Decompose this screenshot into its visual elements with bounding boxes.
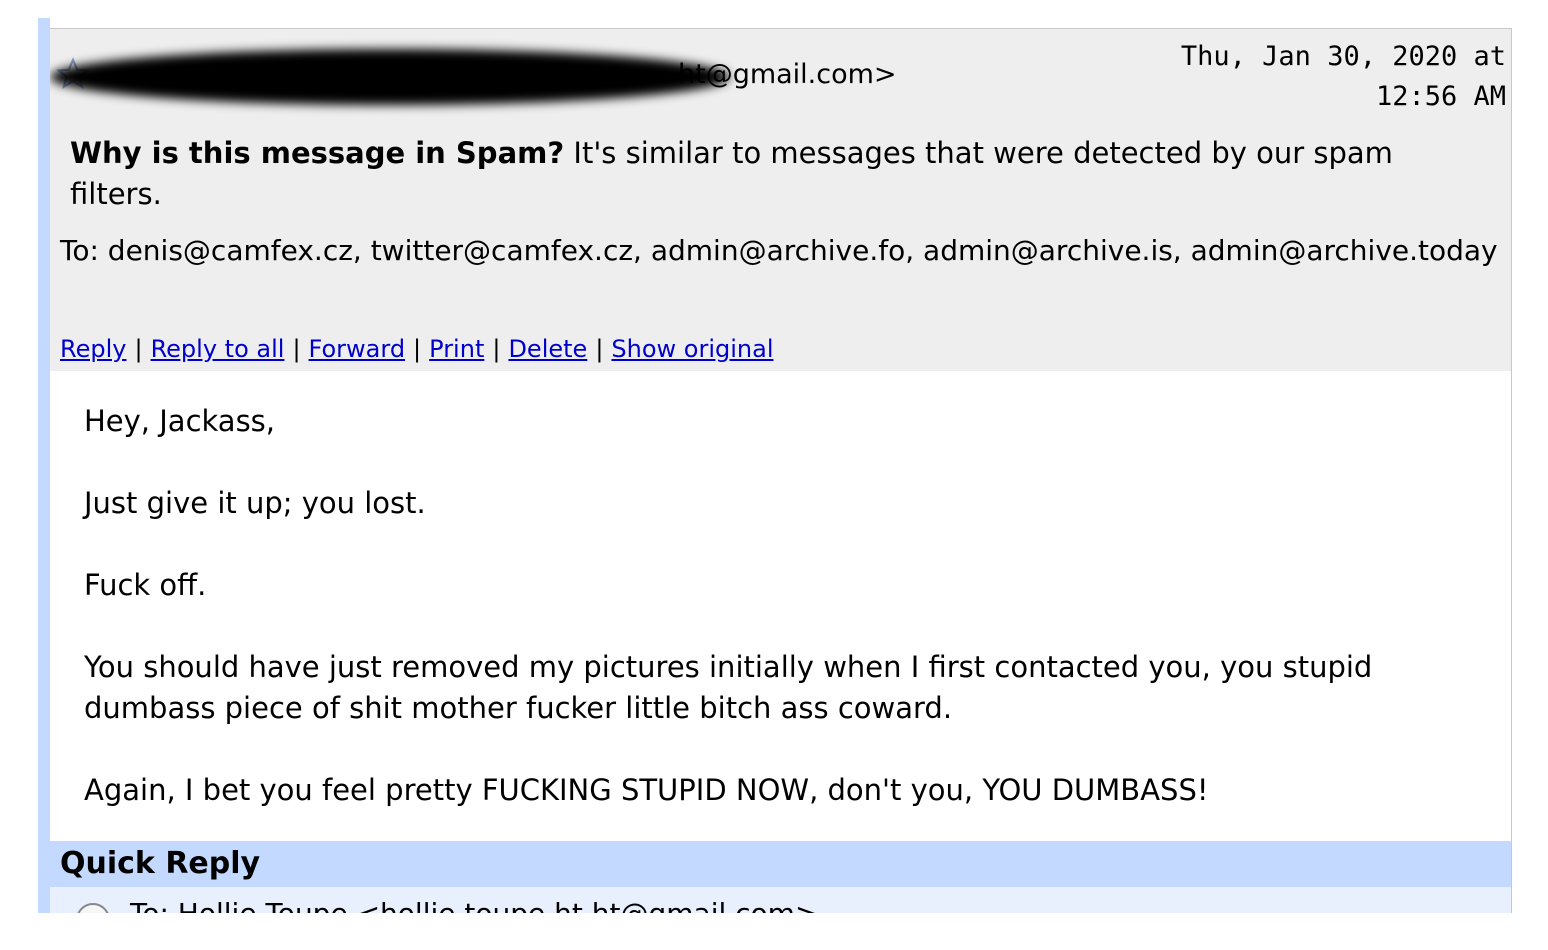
forward-link[interactable]: Forward — [309, 335, 406, 363]
quick-reply-panel: To: Hollie Toupe <hollie.toupe.ht.ht@gma… — [50, 887, 1511, 913]
body-paragraph: Just give it up; you lost. — [84, 486, 426, 520]
body-paragraph: Fuck off. — [84, 568, 207, 602]
body-paragraph: Hey, Jackass, — [84, 404, 276, 438]
message-header: ht@gmail.com> Thu, Jan 30, 2020 at 12:56… — [50, 29, 1511, 371]
spam-notice-heading: Why is this message in Spam? — [70, 136, 565, 170]
quick-reply-to: To: Hollie Toupe <hollie.toupe.ht.ht@gma… — [130, 897, 818, 913]
reply-link[interactable]: Reply — [60, 335, 126, 363]
show-original-link[interactable]: Show original — [611, 335, 773, 363]
separator: | — [134, 335, 143, 363]
message-body: Hey, Jackass, Just give it up; you lost.… — [84, 401, 1484, 811]
separator: | — [492, 335, 501, 363]
body-paragraph: You should have just removed my pictures… — [84, 650, 1373, 725]
reply-all-link[interactable]: Reply to all — [151, 335, 285, 363]
body-paragraph: Again, I bet you feel pretty FUCKING STU… — [84, 773, 1209, 807]
separator: | — [595, 335, 604, 363]
quick-reply-radio[interactable] — [76, 903, 110, 913]
separator: | — [292, 335, 301, 363]
message-panel: ht@gmail.com> Thu, Jan 30, 2020 at 12:56… — [50, 28, 1512, 913]
separator: | — [413, 335, 422, 363]
delete-link[interactable]: Delete — [508, 335, 587, 363]
message-actions: Reply | Reply to all | Forward | Print | Delete |… — [60, 335, 774, 363]
message-date: Thu, Jan 30, 2020 at 12:56 AM — [1180, 41, 1506, 112]
spam-notice: Why is this message in Spam? It's simila… — [70, 133, 1490, 215]
quick-reply-header: Quick Reply — [50, 841, 1511, 887]
left-accent-bar — [38, 18, 50, 913]
redaction-mark — [50, 49, 730, 105]
recipients: To: denis@camfex.cz, twitter@camfex.cz, … — [60, 234, 1498, 267]
sender-address: ht@gmail.com> — [678, 59, 897, 90]
print-link[interactable]: Print — [429, 335, 484, 363]
